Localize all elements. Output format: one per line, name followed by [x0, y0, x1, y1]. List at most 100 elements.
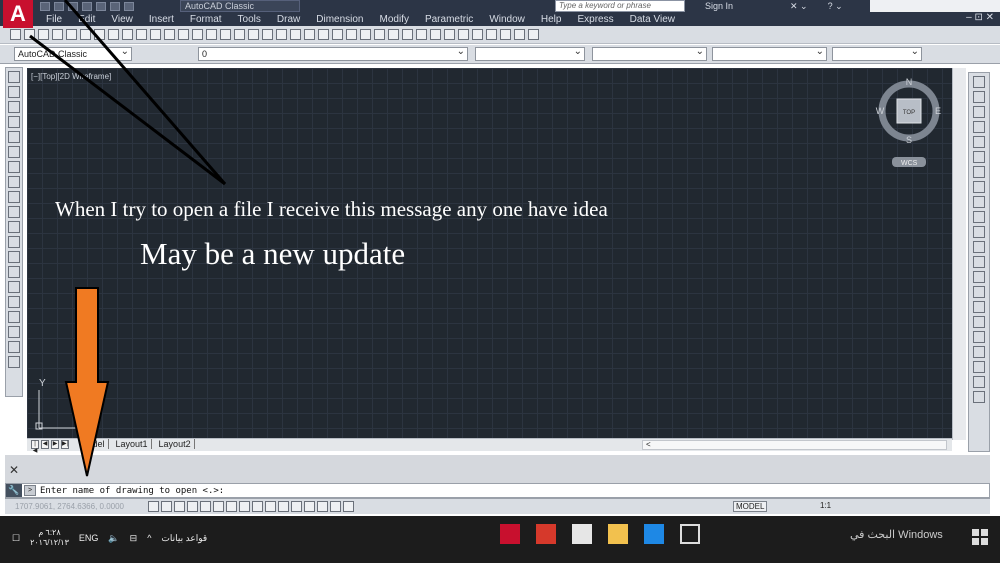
viewcube-top-label[interactable]: TOP [903, 110, 915, 116]
draw-tool-icon[interactable] [8, 356, 20, 368]
menu-help[interactable]: Help [533, 14, 570, 25]
standard-tool-icon[interactable] [164, 29, 175, 40]
menu-edit[interactable]: Edit [70, 14, 103, 25]
drafting-setting-icon[interactable] [148, 501, 159, 512]
document-window-controls[interactable]: – ⊡ ✕ [966, 12, 994, 23]
drafting-setting-icon[interactable] [265, 501, 276, 512]
file-explorer-icon[interactable] [608, 524, 628, 544]
standard-tool-icon[interactable] [290, 29, 301, 40]
annotation-scale[interactable]: 1:1 [820, 501, 831, 510]
modify-tool-icon[interactable] [973, 196, 985, 208]
taskbar-search[interactable]: البحث في Windows [850, 528, 943, 541]
notification-icon[interactable]: ☐ [12, 533, 20, 544]
prev-tab-icon[interactable]: ◀ [41, 440, 49, 449]
standard-tool-icon[interactable] [360, 29, 371, 40]
standard-tool-icon[interactable] [262, 29, 273, 40]
drafting-setting-icon[interactable] [200, 501, 211, 512]
workspace-switcher[interactable]: AutoCAD Classic [180, 0, 300, 12]
standard-tool-icon[interactable] [374, 29, 385, 40]
modify-tool-icon[interactable] [973, 106, 985, 118]
modify-tool-icon[interactable] [973, 301, 985, 313]
menu-dimension[interactable]: Dimension [308, 14, 371, 25]
standard-tool-icon[interactable] [500, 29, 511, 40]
modify-tool-icon[interactable] [973, 271, 985, 283]
drafting-setting-icon[interactable] [317, 501, 328, 512]
menu-express[interactable]: Express [569, 14, 621, 25]
draw-tool-icon[interactable] [8, 266, 20, 278]
draw-tool-icon[interactable] [8, 146, 20, 158]
command-prompt[interactable]: Enter name of drawing to open <.>: [40, 486, 224, 496]
open-icon[interactable] [54, 1, 64, 11]
drafting-setting-icon[interactable] [161, 501, 172, 512]
modify-tool-icon[interactable] [973, 331, 985, 343]
drafting-setting-icon[interactable] [226, 501, 237, 512]
standard-tool-icon[interactable] [38, 29, 49, 40]
menu-format[interactable]: Format [182, 14, 230, 25]
horizontal-scrollbar[interactable]: < [642, 440, 947, 450]
chevron-up-icon[interactable]: ^ [147, 533, 151, 543]
volume-icon[interactable]: 🔈 [108, 533, 119, 544]
drafting-setting-icon[interactable] [239, 501, 250, 512]
close-icon[interactable]: ✕ [9, 463, 19, 477]
modify-tool-icon[interactable] [973, 241, 985, 253]
menu-view[interactable]: View [103, 14, 141, 25]
standard-tool-icon[interactable] [150, 29, 161, 40]
color-combo[interactable] [475, 46, 585, 61]
vertical-scrollbar[interactable] [952, 68, 966, 440]
menu-tools[interactable]: Tools [230, 14, 269, 25]
wrench-icon[interactable]: 🔧 [6, 484, 22, 497]
standard-tool-icon[interactable] [122, 29, 133, 40]
network-icon[interactable]: ⊟ [130, 533, 138, 544]
search-input[interactable]: Type a keyword or phrase [555, 0, 685, 12]
draw-tool-icon[interactable] [8, 236, 20, 248]
standard-tool-icon[interactable] [402, 29, 413, 40]
draw-tool-icon[interactable] [8, 281, 20, 293]
standard-tool-icon[interactable] [10, 29, 21, 40]
edge-icon[interactable] [644, 524, 664, 544]
exchange-icon[interactable]: ✕ ⌄ [790, 0, 808, 12]
menu-file[interactable]: File [38, 14, 70, 25]
modify-tool-icon[interactable] [973, 181, 985, 193]
modify-tool-icon[interactable] [973, 316, 985, 328]
next-tab-icon[interactable]: ▶ [51, 440, 59, 449]
model-space-toggle[interactable]: MODEL [733, 501, 768, 512]
tab-layout2[interactable]: Layout2 [156, 439, 195, 449]
language-indicator[interactable]: ENG [79, 533, 99, 543]
modify-tool-icon[interactable] [973, 166, 985, 178]
clock[interactable]: ٦:٢٨ م ٢٠١٦/١٢/١٣ [30, 528, 69, 548]
coordinates-display[interactable]: 1707.9061, 2764.6366, 0.0000 [15, 502, 124, 511]
draw-tool-icon[interactable] [8, 71, 20, 83]
standard-tool-icon[interactable] [192, 29, 203, 40]
viewcube[interactable]: TOP N S E W [876, 77, 941, 145]
drafting-setting-icon[interactable] [304, 501, 315, 512]
draw-tool-icon[interactable] [8, 251, 20, 263]
drafting-setting-icon[interactable] [291, 501, 302, 512]
modify-tool-icon[interactable] [973, 376, 985, 388]
drafting-setting-icon[interactable] [343, 501, 354, 512]
application-menu-button[interactable]: A [3, 0, 33, 28]
standard-tool-icon[interactable] [80, 29, 91, 40]
standard-tool-icon[interactable] [332, 29, 343, 40]
drafting-setting-icon[interactable] [213, 501, 224, 512]
draw-tool-icon[interactable] [8, 341, 20, 353]
modify-tool-icon[interactable] [973, 91, 985, 103]
drafting-setting-icon[interactable] [187, 501, 198, 512]
drafting-setting-icon[interactable] [252, 501, 263, 512]
draw-tool-icon[interactable] [8, 326, 20, 338]
plotstyle-combo[interactable] [832, 46, 922, 61]
standard-tool-icon[interactable] [220, 29, 231, 40]
draw-tool-icon[interactable] [8, 221, 20, 233]
tab-model[interactable]: Model [77, 439, 109, 449]
sign-in-button[interactable]: Sign In [705, 0, 733, 12]
tab-layout1[interactable]: Layout1 [113, 439, 152, 449]
task-view-icon[interactable] [680, 524, 700, 544]
undo-icon[interactable] [110, 1, 120, 11]
draw-tool-icon[interactable] [8, 176, 20, 188]
standard-tool-icon[interactable] [52, 29, 63, 40]
modify-tool-icon[interactable] [973, 136, 985, 148]
standard-tool-icon[interactable] [472, 29, 483, 40]
standard-tool-icon[interactable] [94, 29, 105, 40]
menu-modify[interactable]: Modify [372, 14, 417, 25]
standard-tool-icon[interactable] [234, 29, 245, 40]
modify-tool-icon[interactable] [973, 211, 985, 223]
